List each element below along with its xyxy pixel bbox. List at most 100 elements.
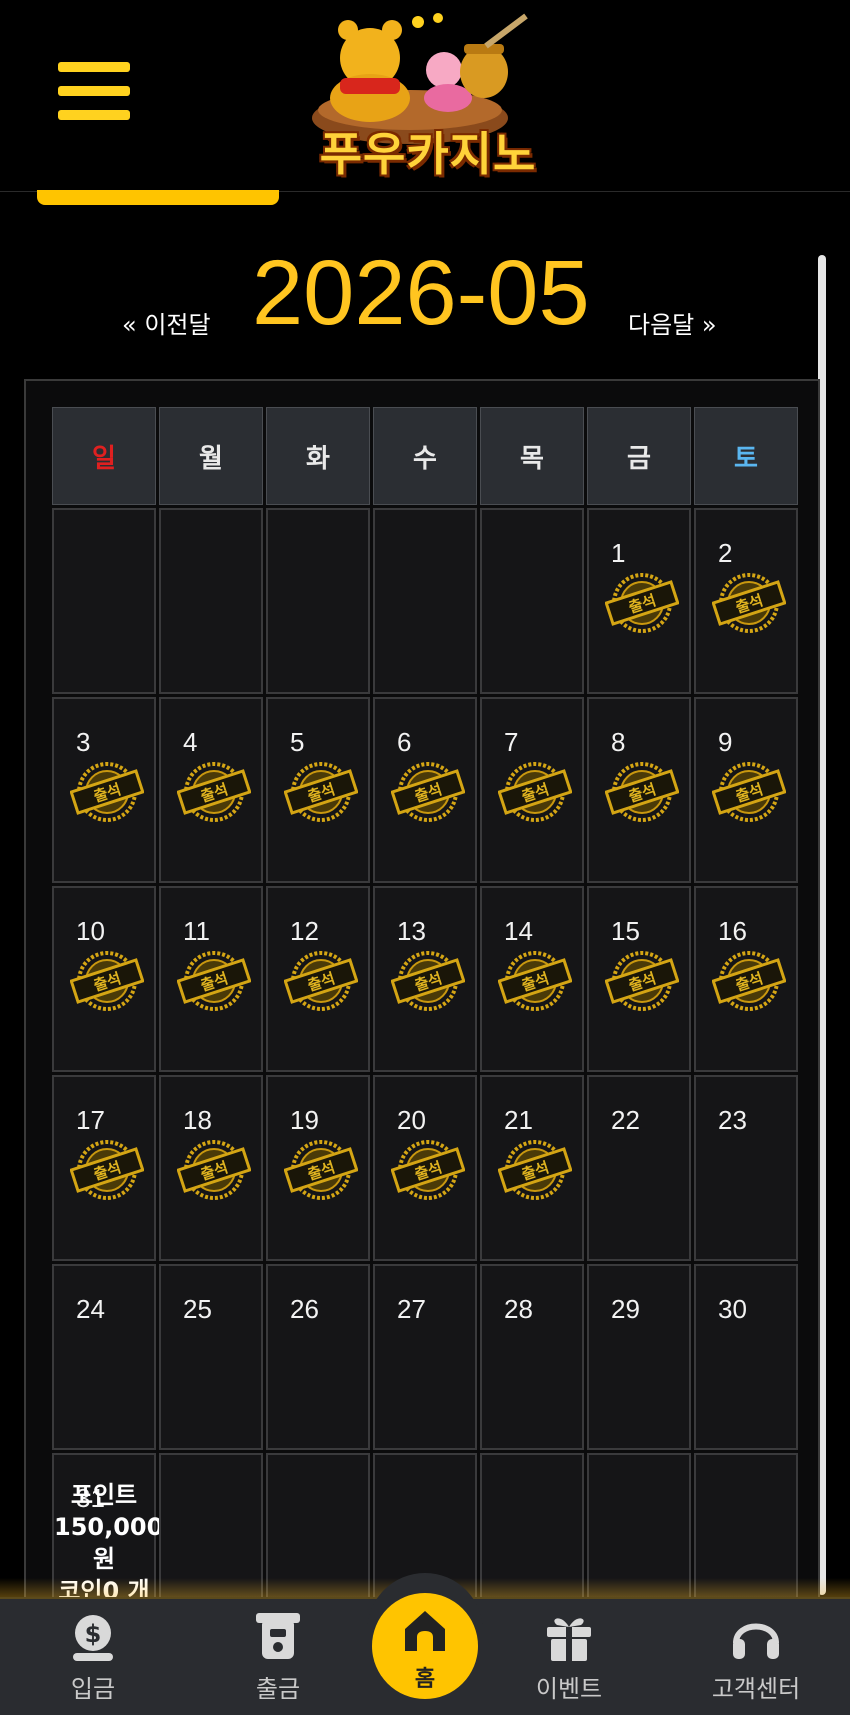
nav-support[interactable]: 고객센터 <box>686 1611 826 1704</box>
day-number: 10 <box>76 916 105 946</box>
attendance-stamp-icon: 출석 <box>712 573 786 633</box>
nav-withdraw[interactable]: 출금 <box>208 1611 348 1704</box>
calendar-day-cell[interactable]: 25 <box>159 1264 263 1450</box>
nav-home[interactable]: 홈 <box>372 1593 478 1699</box>
calendar-day-cell[interactable]: 11 출석 <box>159 886 263 1072</box>
calendar-day-cell[interactable]: 4 출석 <box>159 697 263 883</box>
day-number: 3 <box>76 727 91 757</box>
attendance-stamp-icon: 출석 <box>605 762 679 822</box>
gift-icon <box>547 1618 591 1661</box>
hamburger-menu-icon[interactable] <box>58 62 130 124</box>
calendar-week-row: 10 출석 11 출석 12 출석 13 출석 14 출석 15 출석 16 출석 <box>52 886 798 1072</box>
day-number: 17 <box>76 1105 105 1135</box>
day-number: 6 <box>397 727 412 757</box>
calendar-day-cell[interactable]: 20 출석 <box>373 1075 477 1261</box>
calendar-day-cell[interactable]: 27 <box>373 1264 477 1450</box>
nav-support-label: 고객센터 <box>711 1675 801 1703</box>
active-tab-indicator <box>37 190 279 205</box>
attendance-stamp-icon: 출석 <box>177 1140 251 1200</box>
calendar-day-cell[interactable]: 14 출석 <box>480 886 584 1072</box>
calendar-day-cell[interactable]: 15 출석 <box>587 886 691 1072</box>
calendar-day-cell[interactable]: 23 <box>694 1075 798 1261</box>
day-number: 18 <box>183 1105 212 1135</box>
calendar-day-cell[interactable]: 6 출석 <box>373 697 477 883</box>
attendance-stamp-icon: 출석 <box>391 1140 465 1200</box>
day-number: 9 <box>718 727 733 757</box>
calendar-day-cell[interactable]: 24 <box>52 1264 156 1450</box>
attendance-calendar: 일 월 화 수 목 금 토 1 출석 2 출석 3 출석 4 출석 5 출석 6 출석 7 출석 8 출석 9 출… <box>24 379 820 1715</box>
day-number: 4 <box>183 727 198 757</box>
day-number: 7 <box>504 727 519 757</box>
day-number: 24 <box>76 1294 105 1324</box>
nav-deposit-label: 입금 <box>70 1675 116 1703</box>
home-icon <box>405 1611 445 1651</box>
calendar-day-cell[interactable]: 16 출석 <box>694 886 798 1072</box>
casino-logo[interactable]: 푸우카지노 <box>288 6 568 181</box>
point-summary-line3: 원 <box>92 1545 116 1573</box>
attendance-stamp-icon: 출석 <box>70 762 144 822</box>
calendar-day-cell[interactable]: 26 <box>266 1264 370 1450</box>
day-number: 21 <box>504 1105 533 1135</box>
day-number: 25 <box>183 1294 212 1324</box>
day-number: 23 <box>718 1105 747 1135</box>
weekday-tue: 화 <box>266 407 370 505</box>
calendar-day-cell[interactable]: 17 출석 <box>52 1075 156 1261</box>
calendar-empty-cell <box>480 508 584 694</box>
calendar-day-cell[interactable]: 9 출석 <box>694 697 798 883</box>
calendar-day-cell[interactable]: 10 출석 <box>52 886 156 1072</box>
attendance-stamp-icon: 출석 <box>498 1140 572 1200</box>
calendar-day-cell[interactable]: 18 출석 <box>159 1075 263 1261</box>
headset-icon <box>733 1623 779 1659</box>
calendar-day-cell[interactable]: 2 출석 <box>694 508 798 694</box>
calendar-day-cell[interactable]: 21 출석 <box>480 1075 584 1261</box>
day-number: 15 <box>611 916 640 946</box>
calendar-week-row: 3 출석 4 출석 5 출석 6 출석 7 출석 8 출석 9 출석 <box>52 697 798 883</box>
calendar-day-cell[interactable]: 1 출석 <box>587 508 691 694</box>
calendar-day-cell[interactable]: 29 <box>587 1264 691 1450</box>
calendar-day-cell[interactable]: 7 출석 <box>480 697 584 883</box>
attendance-stamp-icon: 출석 <box>284 1140 358 1200</box>
day-number: 2 <box>718 538 733 568</box>
attendance-stamp-icon: 출석 <box>70 951 144 1011</box>
attendance-stamp-icon: 출석 <box>605 951 679 1011</box>
svg-text:$: $ <box>85 1620 102 1648</box>
nav-event[interactable]: 이벤트 <box>499 1611 639 1704</box>
calendar-day-cell[interactable]: 30 <box>694 1264 798 1450</box>
calendar-grid: 1 출석 2 출석 3 출석 4 출석 5 출석 6 출석 7 출석 8 출석 9 출석 10 출석 11 출석 12 출석 1… <box>52 505 798 1639</box>
day-number: 22 <box>611 1105 640 1135</box>
attendance-stamp-icon: 출석 <box>498 951 572 1011</box>
nav-deposit[interactable]: $ 입금 <box>23 1611 163 1704</box>
calendar-week-row: 1 출석 2 출석 <box>52 508 798 694</box>
attendance-stamp-icon: 출석 <box>177 762 251 822</box>
weekday-sat: 토 <box>694 407 798 505</box>
day-number: 29 <box>611 1294 640 1324</box>
calendar-day-cell[interactable]: 12 출석 <box>266 886 370 1072</box>
attendance-stamp-icon: 출석 <box>284 762 358 822</box>
calendar-day-cell[interactable]: 19 출석 <box>266 1075 370 1261</box>
weekday-mon: 월 <box>159 407 263 505</box>
calendar-day-cell[interactable]: 8 출석 <box>587 697 691 883</box>
day-number: 28 <box>504 1294 533 1324</box>
month-navigation: « 이전달 2026-05 다음달 » <box>0 235 850 345</box>
day-number: 8 <box>611 727 626 757</box>
day-number: 20 <box>397 1105 426 1135</box>
attendance-stamp-icon: 출석 <box>712 951 786 1011</box>
calendar-day-cell[interactable]: 28 <box>480 1264 584 1450</box>
day-number: 16 <box>718 916 747 946</box>
attendance-stamp-icon: 출석 <box>391 762 465 822</box>
calendar-day-cell[interactable]: 3 출석 <box>52 697 156 883</box>
next-month-link[interactable]: 다음달 » <box>628 305 717 340</box>
calendar-week-row: 24 25 26 27 28 29 30 <box>52 1264 798 1450</box>
day-number: 5 <box>290 727 305 757</box>
prev-month-link[interactable]: « 이전달 <box>122 305 211 340</box>
day-number: 26 <box>290 1294 319 1324</box>
calendar-day-cell[interactable]: 22 <box>587 1075 691 1261</box>
calendar-empty-cell <box>52 508 156 694</box>
nav-event-label: 이벤트 <box>535 1675 603 1703</box>
attendance-stamp-icon: 출석 <box>284 951 358 1011</box>
calendar-empty-cell <box>266 508 370 694</box>
month-title: 2026-05 <box>252 242 590 344</box>
calendar-day-cell[interactable]: 5 출석 <box>266 697 370 883</box>
calendar-day-cell[interactable]: 13 출석 <box>373 886 477 1072</box>
day-number: 1 <box>611 538 626 568</box>
